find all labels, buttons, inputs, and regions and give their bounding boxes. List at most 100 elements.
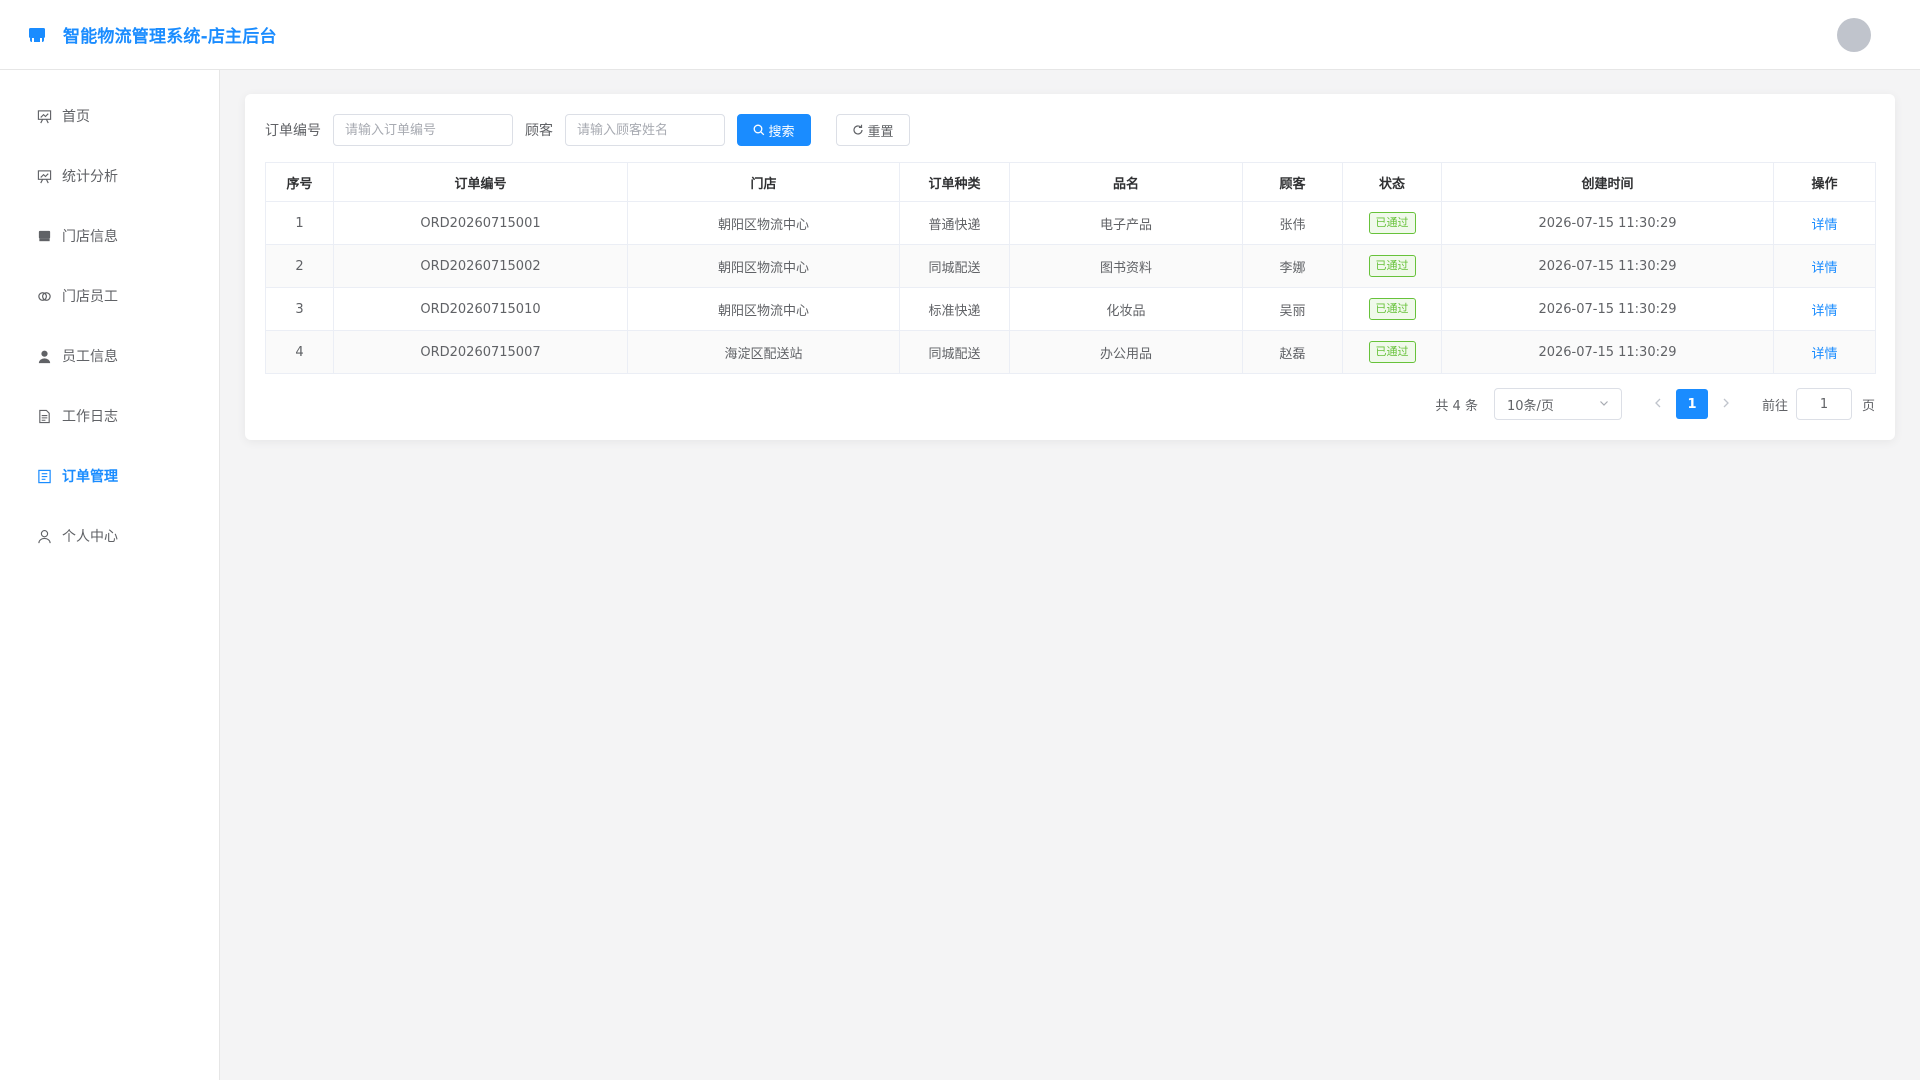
customer-name-input[interactable] [565,114,725,146]
sidebar-item-label: 门店信息 [62,229,118,245]
sidebar-item-store-staff[interactable]: 门店员工 [0,266,219,326]
cell-actions: 详情 [1773,201,1876,245]
column-header-order-type: 订单种类 [899,162,1010,202]
cell-order-type: 同城配送 [899,244,1010,288]
cell-created-time: 2026-07-15 11:30:29 [1441,330,1774,374]
reset-button-label: 重置 [867,124,894,140]
prev-page-button[interactable] [1646,390,1670,418]
sidebar-item-employee-info[interactable]: 员工信息 [0,326,219,386]
cell-order-number: ORD20260715007 [333,330,628,374]
status-badge: 已通过 [1368,298,1416,320]
search-button[interactable]: 搜索 [737,114,811,146]
presentation-icon [36,168,52,184]
link-icon [36,288,52,304]
column-header-product: 品名 [1009,162,1243,202]
cell-product: 电子产品 [1009,201,1243,245]
sidebar-item-order-management[interactable]: 订单管理 [0,446,219,506]
cell-order-number: ORD20260715001 [333,201,628,245]
column-header-actions: 操作 [1773,162,1876,202]
store-icon [36,228,52,244]
cell-order-number: ORD20260715002 [333,244,628,288]
sidebar-item-work-log[interactable]: 工作日志 [0,386,219,446]
cell-customer: 吴丽 [1242,287,1343,331]
cell-store: 朝阳区物流中心 [627,287,900,331]
detail-link[interactable]: 详情 [1811,347,1837,362]
detail-link[interactable]: 详情 [1811,304,1837,319]
list-icon [36,468,52,484]
pagination-total: 共 4 条 [1435,398,1478,414]
status-badge: 已通过 [1368,341,1416,363]
cell-created-time: 2026-07-15 11:30:29 [1441,201,1774,245]
cell-store: 海淀区配送站 [627,330,900,374]
search-button-label: 搜索 [768,124,795,140]
status-badge: 已通过 [1368,212,1416,234]
presentation-icon [36,108,52,124]
top-header: 智能物流管理系统-店主后台 [0,0,1920,70]
table-row: 4 ORD20260715007 海淀区配送站 同城配送 办公用品 赵磊 已通过… [265,330,1876,374]
order-number-input[interactable] [333,114,513,146]
reset-button[interactable]: 重置 [836,114,910,146]
next-page-button[interactable] [1714,390,1738,418]
page-number-button[interactable]: 1 [1675,389,1708,419]
cell-customer: 张伟 [1242,201,1343,245]
table-header-row: 序号 订单编号 门店 订单种类 品名 顾客 状态 创建时间 操作 [265,162,1876,202]
chevron-right-icon [1722,397,1730,412]
refresh-icon [852,124,864,136]
order-list-card: 订单编号 顾客 搜索 重置 序号 订单编号 门店 订单种类 品名 顾客 状态 创 [245,94,1895,440]
sidebar-item-home[interactable]: 首页 [0,86,219,146]
cell-index: 3 [265,287,334,331]
cell-order-type: 普通快递 [899,201,1010,245]
user-avatar[interactable] [1837,18,1871,52]
sidebar-item-label: 门店员工 [62,289,118,305]
cell-store: 朝阳区物流中心 [627,201,900,245]
sidebar: 首页 统计分析 门店信息 门店员工 员工信息 工作日志 订单管理 个人中心 [0,70,220,1080]
sidebar-item-label: 员工信息 [62,349,118,365]
cell-status: 已通过 [1342,287,1442,331]
cell-order-number: ORD20260715010 [333,287,628,331]
cell-index: 2 [265,244,334,288]
column-header-store: 门店 [627,162,900,202]
sidebar-item-store-info[interactable]: 门店信息 [0,206,219,266]
detail-link[interactable]: 详情 [1811,261,1837,276]
jump-suffix: 页 [1861,398,1875,414]
chevron-down-icon [1599,397,1609,412]
cell-index: 4 [265,330,334,374]
page-jump-input[interactable] [1795,388,1852,420]
column-header-order-number: 订单编号 [333,162,628,202]
document-icon [36,408,52,424]
table-row: 3 ORD20260715010 朝阳区物流中心 标准快递 化妆品 吴丽 已通过… [265,287,1876,331]
orders-table: 序号 订单编号 门店 订单种类 品名 顾客 状态 创建时间 操作 1 ORD20… [265,162,1876,374]
jump-label: 前往 [1761,398,1788,414]
column-header-created-time: 创建时间 [1441,162,1774,202]
cell-actions: 详情 [1773,330,1876,374]
search-form: 订单编号 顾客 搜索 重置 [265,114,910,146]
sidebar-item-label: 工作日志 [62,409,118,425]
column-header-status: 状态 [1342,162,1442,202]
sidebar-item-profile[interactable]: 个人中心 [0,506,219,566]
cell-product: 图书资料 [1009,244,1243,288]
cell-store: 朝阳区物流中心 [627,244,900,288]
customer-label: 顾客 [525,123,553,139]
cell-index: 1 [265,201,334,245]
cell-product: 办公用品 [1009,330,1243,374]
user-filled-icon [36,348,52,364]
status-badge: 已通过 [1368,255,1416,277]
store-icon [27,24,49,46]
sidebar-item-statistics[interactable]: 统计分析 [0,146,219,206]
cell-order-type: 标准快递 [899,287,1010,331]
column-header-index: 序号 [265,162,334,202]
cell-product: 化妆品 [1009,287,1243,331]
detail-link[interactable]: 详情 [1811,218,1837,233]
cell-status: 已通过 [1342,201,1442,245]
sidebar-item-label: 统计分析 [62,169,118,185]
cell-customer: 赵磊 [1242,330,1343,374]
cell-actions: 详情 [1773,287,1876,331]
order-number-label: 订单编号 [265,123,321,139]
page-size-value: 10条/页 [1506,398,1554,414]
table-row: 1 ORD20260715001 朝阳区物流中心 普通快递 电子产品 张伟 已通… [265,201,1876,245]
search-icon [753,124,765,136]
sidebar-item-label: 首页 [62,109,90,125]
page-size-select[interactable]: 10条/页 [1493,388,1622,420]
user-icon [36,528,52,544]
cell-order-type: 同城配送 [899,330,1010,374]
